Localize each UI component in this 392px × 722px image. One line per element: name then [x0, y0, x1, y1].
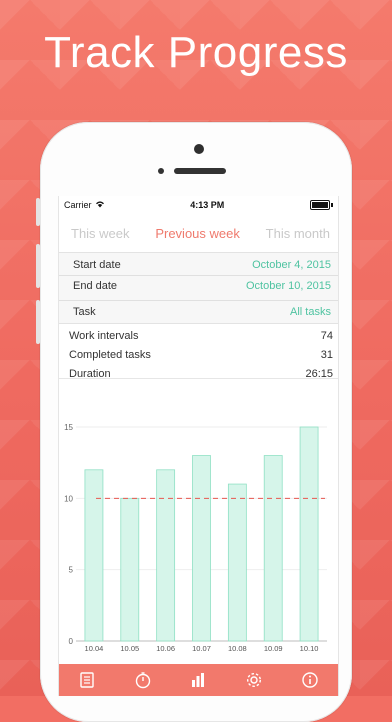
task-value: All tasks: [290, 306, 331, 318]
completed-tasks-row: Completed tasks 31: [59, 345, 338, 364]
end-date-label: End date: [73, 280, 118, 292]
start-date-row[interactable]: Start date October 4, 2015: [59, 255, 338, 276]
camera: [194, 144, 204, 154]
x-tick-label: 10.04: [85, 644, 104, 653]
bar-chart: 0 5 10 15 10.04 10.05 10.06 10.07 10.08 10.09 10.1…: [64, 423, 327, 653]
tab-this-month[interactable]: This month: [266, 226, 330, 241]
x-tick-label: 10.07: [192, 644, 211, 653]
x-tick-label: 10.05: [120, 644, 139, 653]
x-tick-label: 10.08: [228, 644, 247, 653]
chart-container: 0 5 10 15 10.04 10.05 10.06 10.07 10.08 10.09 10.1…: [59, 378, 338, 657]
speaker: [174, 168, 226, 174]
bottom-toolbar: [59, 664, 338, 696]
x-tick-label: 10.10: [300, 644, 319, 653]
chart-bar: [192, 455, 211, 642]
side-button: [36, 244, 40, 288]
battery-icon: [310, 200, 333, 210]
y-tick-label: 15: [64, 423, 73, 432]
tab-this-week[interactable]: This week: [71, 226, 130, 241]
task-label: Task: [73, 306, 96, 318]
completed-tasks-label: Completed tasks: [69, 348, 151, 361]
task-row[interactable]: Task All tasks: [59, 301, 338, 323]
end-date-value: October 10, 2015: [245, 280, 331, 292]
status-bar: Carrier 4:13 PM: [59, 196, 338, 214]
start-date-value: October 4, 2015: [252, 259, 331, 271]
app-screen: Carrier 4:13 PM This week Previous week …: [58, 196, 339, 696]
work-intervals-row: Work intervals 74: [59, 326, 338, 345]
work-intervals-value: 74: [320, 329, 333, 342]
chart-bar: [227, 483, 247, 642]
y-tick-label: 10: [64, 494, 73, 503]
status-time: 4:13 PM: [190, 200, 225, 210]
y-tick-label: 5: [69, 566, 74, 575]
end-date-row[interactable]: End date October 10, 2015: [59, 276, 338, 296]
chart-bar: [156, 469, 176, 642]
stats-icon[interactable]: [187, 669, 209, 691]
x-tick-label: 10.06: [156, 644, 175, 653]
work-intervals-label: Work intervals: [69, 329, 139, 342]
x-tick-label: 10.09: [264, 644, 283, 653]
stats-section: Work intervals 74 Completed tasks 31 Dur…: [59, 324, 338, 383]
chart-bar: [84, 469, 104, 642]
headline: Track Progress: [44, 28, 348, 77]
info-icon[interactable]: [299, 669, 321, 691]
chart-bar: [299, 426, 319, 642]
timer-icon[interactable]: [132, 669, 154, 691]
side-button: [36, 198, 40, 226]
settings-icon[interactable]: [243, 669, 265, 691]
completed-tasks-value: 31: [320, 348, 333, 361]
y-tick-label: 0: [69, 637, 74, 646]
start-date-label: Start date: [73, 259, 121, 271]
chart-bar: [263, 455, 283, 642]
chart-bar: [120, 497, 140, 642]
period-tabs: This week Previous week This month: [59, 214, 338, 253]
tab-previous-week[interactable]: Previous week: [155, 226, 240, 241]
carrier-label: Carrier: [64, 200, 92, 210]
filter-section: Start date October 4, 2015 End date Octo…: [59, 253, 338, 324]
sensor: [158, 168, 164, 174]
wifi-icon: [95, 200, 105, 210]
side-button: [36, 300, 40, 344]
tasks-icon[interactable]: [76, 669, 98, 691]
